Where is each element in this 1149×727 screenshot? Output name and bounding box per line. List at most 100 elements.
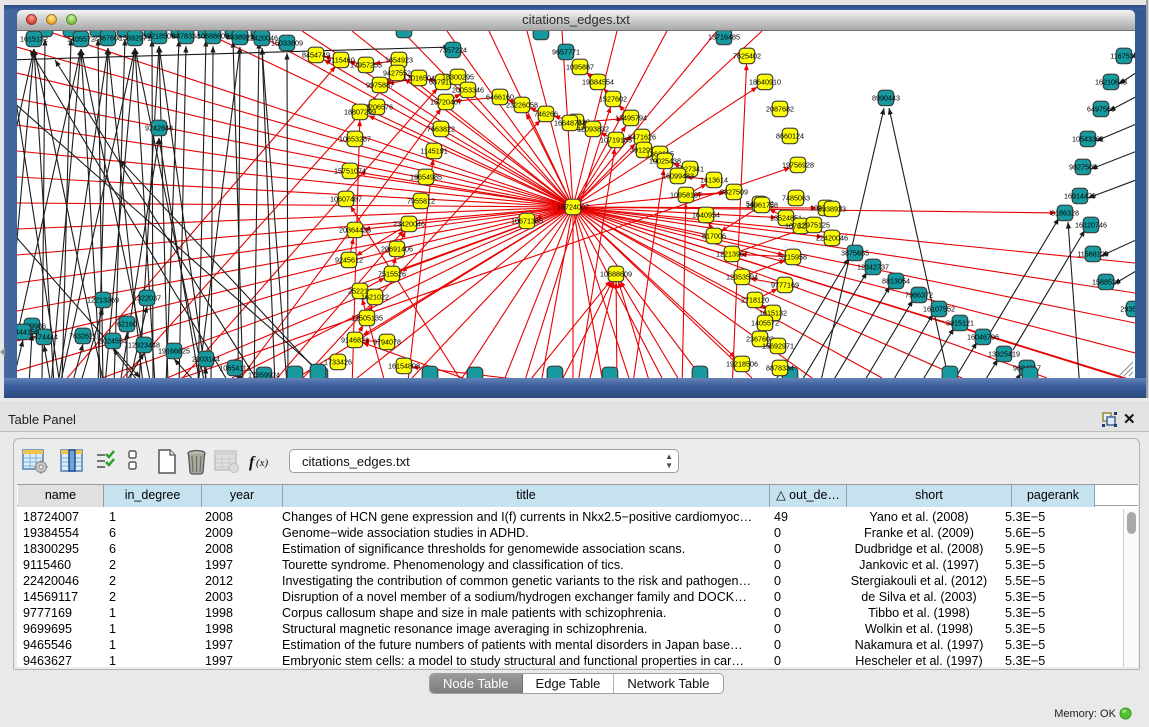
svg-text:(x): (x)	[256, 457, 269, 469]
svg-text:16120746: 16120746	[1075, 221, 1107, 230]
svg-text:11568129: 11568129	[1077, 250, 1108, 259]
svg-text:13716485: 13716485	[708, 33, 740, 42]
svg-text:6497568: 6497568	[1087, 105, 1115, 114]
svg-text:16107552: 16107552	[923, 305, 955, 314]
svg-text:23420046: 23420046	[393, 220, 425, 229]
svg-text:10688609: 10688609	[600, 270, 632, 279]
svg-text:1405572: 1405572	[67, 35, 95, 44]
svg-text:1527602: 1527602	[599, 95, 627, 104]
svg-text:12213967: 12213967	[716, 250, 748, 259]
svg-text:7515526: 7515526	[378, 270, 406, 279]
svg-text:22420046: 22420046	[816, 234, 848, 243]
svg-text:1733426: 1733426	[324, 358, 352, 367]
svg-text:19166825: 19166825	[158, 347, 190, 356]
svg-text:8471626: 8471626	[628, 133, 656, 142]
svg-text:8813054: 8813054	[882, 277, 910, 286]
svg-text:1615132: 1615132	[20, 35, 48, 44]
svg-text:17359924: 17359924	[248, 371, 280, 379]
svg-text:12975125: 12975125	[798, 221, 830, 230]
svg-text:10607487: 10607487	[330, 195, 362, 204]
svg-text:18724007: 18724007	[557, 203, 589, 212]
svg-text:2087682: 2087682	[766, 105, 794, 114]
svg-text:17957253: 17957253	[350, 61, 382, 70]
svg-text:16099483: 16099483	[662, 172, 694, 181]
svg-text:1588520: 1588520	[1092, 278, 1120, 287]
svg-text:7625402: 7625402	[733, 52, 761, 61]
svg-text:9242848: 9242848	[145, 124, 173, 133]
svg-text:12213369: 12213369	[87, 296, 119, 305]
svg-text:7357224: 7357224	[439, 46, 467, 55]
svg-text:7986372: 7986372	[905, 291, 933, 300]
svg-text:10958107: 10958107	[670, 191, 702, 200]
svg-text:1322037: 1322037	[133, 294, 161, 303]
svg-text:20691406: 20691406	[381, 245, 413, 254]
svg-text:9146821: 9146821	[341, 336, 369, 345]
svg-text:2803144: 2803144	[192, 355, 220, 364]
svg-text:62160: 62160	[117, 320, 137, 329]
svg-text:1405572: 1405572	[751, 319, 779, 328]
svg-text:12342737: 12342737	[857, 263, 889, 272]
svg-text:19218506: 19218506	[726, 360, 758, 369]
svg-text:9657771: 9657771	[552, 48, 580, 57]
svg-text:10671385: 10671385	[511, 217, 543, 226]
svg-text:18640910: 18640910	[749, 78, 781, 87]
svg-text:9827509: 9827509	[720, 188, 748, 197]
svg-text:13495794: 13495794	[615, 114, 647, 123]
svg-text:8186328: 8186328	[1051, 209, 1079, 218]
svg-text:19384554: 19384554	[582, 78, 614, 87]
svg-text:12353594: 12353594	[726, 273, 758, 282]
svg-text:8454749: 8454749	[302, 51, 330, 60]
svg-text:3215958: 3215958	[779, 253, 807, 262]
svg-text:746266: 746266	[534, 110, 558, 119]
svg-text:8878334: 8878334	[172, 32, 200, 41]
svg-text:10688609: 10688609	[197, 32, 229, 41]
svg-text:9975887: 9975887	[366, 81, 394, 90]
svg-text:1621022: 1621022	[361, 293, 389, 302]
svg-text:18300295: 18300295	[442, 73, 474, 82]
svg-text:7955812: 7955812	[407, 197, 435, 206]
svg-text:16210643: 16210643	[1095, 78, 1127, 87]
svg-text:15692971: 15692971	[762, 342, 794, 351]
svg-text:1413614: 1413614	[700, 176, 728, 185]
svg-text:9777169: 9777169	[771, 281, 799, 290]
svg-text:8938923: 8938923	[818, 205, 846, 214]
svg-text:19756928: 19756928	[782, 161, 814, 170]
svg-text:10543362: 10543362	[1072, 135, 1104, 144]
svg-text:19218506: 19218506	[143, 32, 175, 41]
svg-text:16033809: 16033809	[271, 39, 303, 48]
svg-text:8990443: 8990443	[872, 94, 900, 103]
svg-text:18807299: 18807299	[344, 108, 376, 117]
svg-text:23226058: 23226058	[506, 101, 538, 110]
svg-text:2718120: 2718120	[741, 296, 769, 305]
svg-text:12505135: 12505135	[351, 314, 383, 323]
svg-text:16914479: 16914479	[1064, 192, 1096, 201]
svg-text:9245612: 9245612	[335, 256, 363, 265]
svg-text:3024554: 3024554	[99, 337, 127, 346]
svg-text:3915121: 3915121	[946, 319, 974, 328]
svg-text:16154808: 16154808	[388, 362, 420, 371]
svg-text:9794078: 9794078	[373, 338, 401, 347]
svg-text:16961758: 16961758	[746, 201, 778, 210]
svg-text:817006: 817006	[702, 232, 726, 241]
svg-text:7632621: 7632621	[69, 332, 97, 341]
svg-text:12923448: 12923448	[128, 341, 160, 350]
svg-text:1640954: 1640954	[692, 211, 720, 220]
svg-text:7663822: 7663822	[427, 125, 455, 134]
svg-text:2367608: 2367608	[94, 34, 122, 43]
svg-text:1095887: 1095887	[566, 63, 594, 72]
svg-text:12444159: 12444159	[17, 328, 39, 337]
svg-text:1167533: 1167533	[1110, 52, 1135, 61]
svg-text:2935114: 2935114	[1120, 305, 1135, 314]
svg-text:20053346: 20053346	[452, 86, 484, 95]
svg-text:15751074: 15751074	[334, 167, 366, 176]
svg-text:12093832: 12093832	[577, 125, 609, 134]
svg-text:15720407: 15720407	[430, 98, 462, 107]
svg-text:19654985: 19654985	[410, 173, 442, 182]
svg-text:10653287: 10653287	[339, 135, 371, 144]
svg-text:1654923: 1654923	[385, 56, 413, 65]
svg-text:20364436: 20364436	[339, 226, 371, 235]
svg-text:8660124: 8660124	[776, 132, 804, 141]
svg-text:16046796: 16046796	[967, 333, 999, 342]
svg-text:3875685: 3875685	[841, 249, 869, 258]
svg-text:13325419: 13325419	[988, 350, 1020, 359]
